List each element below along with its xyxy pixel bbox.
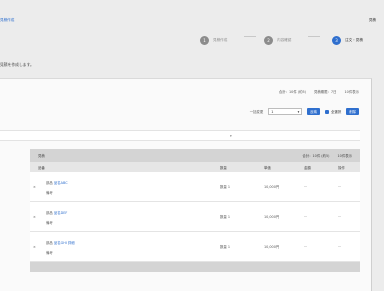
col-qty: 数量 [220, 165, 227, 170]
remove-icon[interactable]: × [33, 215, 36, 219]
select-all-label: 全選択 [331, 110, 342, 114]
bulk-select-value: 1 [271, 109, 274, 114]
step-2-dot: 2 [264, 36, 273, 45]
table-row: × 部品 品名ABC 備考 数量 1 10,000円 ... ... [30, 172, 360, 202]
checkbox-icon [325, 109, 330, 114]
item-note: 備考 [46, 191, 53, 195]
unit-price: 10,000円 [264, 245, 280, 249]
select-all-checkbox[interactable]: 全選択 [325, 109, 341, 114]
page: 見積作成 見積 1 見積作成 2 内容確認 3 注文・見積 見積を作成します。 … [0, 0, 384, 291]
table-footer [30, 262, 360, 272]
step-1-dot: 1 [200, 36, 209, 45]
item-note: 備考 [46, 221, 53, 225]
item-line: 部品 品名DEF [46, 210, 67, 215]
table-summary-total: 合計：10件 (約5) [302, 154, 330, 158]
step-connector-1 [244, 36, 256, 37]
quote-table: 見積 合計：10件 (約5) 10件表示 品番 数量 単価 金額 操作 × 部品… [30, 149, 360, 291]
progress-steps: 1 見積作成 2 内容確認 3 注文・見積 [200, 36, 380, 46]
row-menu[interactable]: ... [338, 184, 341, 188]
unit-price: 10,000円 [264, 215, 280, 219]
header-right-text: 見積 [368, 18, 376, 22]
col-price: 金額 [304, 165, 311, 170]
step-connector-2 [308, 36, 320, 37]
meta-period: 見積期限：7日 [313, 90, 337, 94]
item-line: 部品 品名GHI 詳細 [46, 240, 75, 245]
step-1-label: 見積作成 [213, 38, 228, 42]
step-3-dot: 3 [332, 36, 341, 45]
page-subtitle: 見積を作成します。 [0, 62, 34, 67]
item-type: 部品 [46, 211, 53, 215]
caret-down-icon: ▾ [230, 134, 232, 138]
bulk-label: 一括変更 [249, 110, 264, 114]
meta-count: 10件表示 [344, 90, 360, 94]
delete-button[interactable]: 削除 [346, 108, 359, 115]
qty-field[interactable]: 数量 1 [220, 244, 230, 249]
item-line: 部品 品名ABC [46, 180, 68, 185]
bulk-controls: 一括変更 1 ▾ 反映 全選択 削除 [250, 108, 359, 115]
col-unit: 単価 [264, 165, 271, 170]
step-2-label: 内容確認 [277, 38, 292, 42]
item-type: 部品 [46, 241, 53, 245]
step-1: 1 見積作成 [200, 36, 227, 45]
meta-info: 合計：10件 (約5) 見積期限：7日 10件表示 [279, 89, 359, 94]
unit-price: 10,000円 [264, 185, 280, 189]
step-2: 2 内容確認 [264, 36, 291, 45]
line-price: ... [304, 244, 308, 248]
table-row: × 部品 品名DEF 備考 数量 1 10,000円 ... ... [30, 202, 360, 232]
apply-button[interactable]: 反映 [307, 108, 321, 115]
table-summary: 合計：10件 (約5) 10件表示 [302, 153, 352, 158]
chevron-down-icon: ▾ [297, 109, 300, 114]
filter-strip[interactable]: ▾ [0, 130, 360, 141]
step-3: 3 注文・見積 [332, 36, 363, 45]
col-actions: 操作 [338, 165, 345, 170]
item-note: 備考 [46, 251, 53, 255]
line-price: ... [304, 214, 308, 218]
quote-panel: 合計：10件 (約5) 見積期限：7日 10件表示 一括変更 1 ▾ 反映 全選… [0, 78, 372, 291]
qty-field[interactable]: 数量 1 [220, 184, 230, 189]
step-3-label: 注文・見積 [345, 38, 363, 42]
row-menu[interactable]: ... [338, 214, 341, 218]
bulk-select[interactable]: 1 ▾ [268, 108, 303, 115]
remove-icon[interactable]: × [33, 185, 36, 189]
qty-field[interactable]: 数量 1 [220, 214, 230, 219]
line-price: ... [304, 184, 308, 188]
item-link[interactable]: 品名DEF [54, 211, 68, 215]
table-title-bar: 見積 合計：10件 (約5) 10件表示 [30, 149, 360, 162]
row-menu[interactable]: ... [338, 244, 341, 248]
breadcrumb[interactable]: 見積作成 [0, 18, 14, 23]
table-title: 見積 [38, 154, 45, 158]
table-column-header: 品番 数量 単価 金額 操作 [30, 162, 360, 172]
item-link[interactable]: 品名ABC [54, 181, 68, 185]
item-link[interactable]: 品名GHI 詳細 [54, 241, 75, 245]
table-row: × 部品 品名GHI 詳細 備考 数量 1 10,000円 ... ... [30, 232, 360, 262]
col-item: 品番 [38, 165, 45, 170]
item-type: 部品 [46, 181, 53, 185]
meta-total: 合計：10件 (約5) [278, 90, 306, 94]
remove-icon[interactable]: × [33, 245, 36, 249]
table-summary-count: 10件表示 [337, 154, 353, 158]
